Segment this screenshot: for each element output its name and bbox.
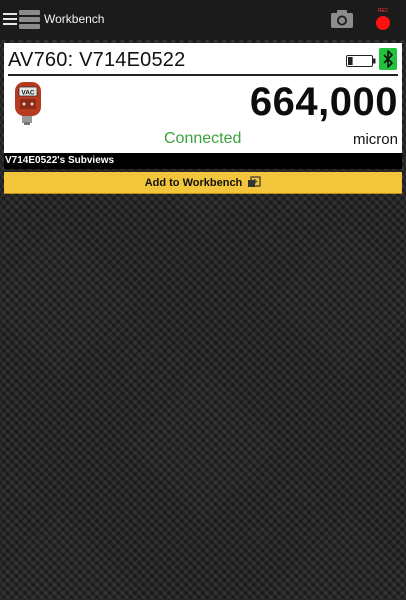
add-to-workbench-icon [247,176,261,189]
vacuum-gauge-icon: VAC [13,81,45,125]
device-name: AV760: V714E0522 [8,49,186,71]
battery-icon [346,54,376,67]
subviews-header: V714E0522's Subviews [4,153,402,169]
record-button[interactable]: REC [372,8,394,32]
gauge-label: VAC [21,90,35,97]
menu-icon[interactable] [3,13,17,25]
record-label: REC [377,8,389,14]
add-to-workbench-button[interactable]: Add to Workbench [4,172,402,194]
header-divider [8,74,398,76]
device-card[interactable]: AV760: V714E0522 VAC 664,000 Connected m… [4,43,402,153]
record-icon [376,16,390,30]
camera-icon[interactable] [330,9,354,29]
add-to-workbench-label: Add to Workbench [144,176,243,189]
connection-status: Connected [164,130,242,147]
app-title: Workbench [44,12,105,26]
workbench-icon [19,10,40,30]
reading-units: micron [352,131,398,148]
pressure-reading: 664,000 [249,80,398,124]
bluetooth-icon [379,48,397,70]
app-bar: Workbench REC [0,0,406,40]
